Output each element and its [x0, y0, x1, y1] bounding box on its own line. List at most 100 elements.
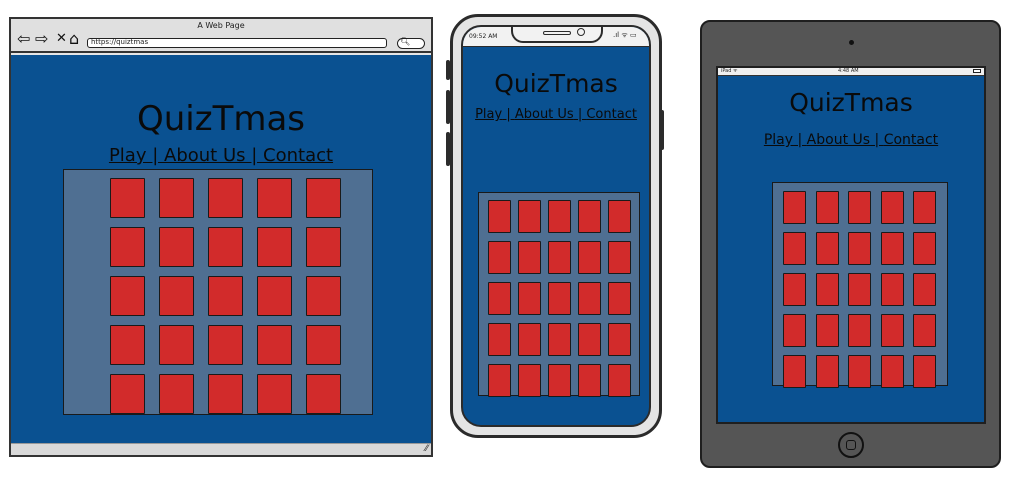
quiz-tile[interactable]: [578, 323, 601, 356]
nav-link-contact[interactable]: Contact: [586, 107, 637, 122]
quiz-tile[interactable]: [488, 282, 511, 315]
resize-handle-icon[interactable]: ⁄⁄: [425, 444, 428, 454]
quiz-tile[interactable]: [548, 282, 571, 315]
nav-separator: |: [245, 145, 264, 166]
nav-link-play[interactable]: Play: [764, 132, 793, 148]
nav-link-contact[interactable]: Contact: [263, 145, 333, 166]
quiz-tile[interactable]: [848, 191, 872, 224]
quiz-tile[interactable]: [848, 232, 872, 265]
quiz-tile[interactable]: [488, 364, 511, 397]
browser-search-field[interactable]: 🔍︎: [397, 37, 425, 49]
quiz-tile[interactable]: [913, 191, 937, 224]
nav-link-contact[interactable]: Contact: [884, 132, 938, 148]
quiz-tile[interactable]: [880, 191, 904, 224]
quiz-tile[interactable]: [815, 314, 839, 347]
quiz-tile[interactable]: [488, 323, 511, 356]
quiz-tile[interactable]: [257, 325, 292, 365]
nav-link-play[interactable]: Play: [475, 107, 502, 122]
nav-link-play[interactable]: Play: [109, 145, 147, 166]
quiz-tile[interactable]: [110, 276, 145, 316]
nav-link-about-us[interactable]: About Us: [807, 132, 870, 148]
quiz-tile[interactable]: [783, 232, 806, 265]
quiz-tile[interactable]: [848, 355, 872, 388]
quiz-tile[interactable]: [306, 374, 341, 414]
quiz-tile[interactable]: [880, 273, 904, 306]
quiz-tile[interactable]: [257, 178, 292, 218]
quiz-tile[interactable]: [608, 200, 631, 233]
quiz-tile[interactable]: [548, 200, 571, 233]
quiz-tile[interactable]: [159, 227, 194, 267]
site-nav: Play | About Us | Contact: [718, 132, 984, 148]
quiz-tile[interactable]: [518, 364, 541, 397]
quiz-tile[interactable]: [783, 191, 806, 224]
quiz-tile[interactable]: [578, 241, 601, 274]
close-icon[interactable]: ✕: [56, 31, 67, 47]
nav-link-about-us[interactable]: About Us: [164, 145, 246, 166]
quiz-tile[interactable]: [306, 227, 341, 267]
quiz-tile[interactable]: [848, 314, 872, 347]
quiz-tile[interactable]: [159, 276, 194, 316]
quiz-tile[interactable]: [306, 178, 341, 218]
quiz-tile[interactable]: [913, 273, 937, 306]
home-icon[interactable]: ⌂: [69, 31, 79, 47]
quiz-tile[interactable]: [783, 273, 806, 306]
quiz-tile[interactable]: [208, 374, 243, 414]
quiz-tile[interactable]: [815, 232, 839, 265]
quiz-board: [478, 192, 640, 397]
quiz-tile[interactable]: [518, 323, 541, 356]
quiz-tile[interactable]: [257, 227, 292, 267]
quiz-tile[interactable]: [110, 374, 145, 414]
quiz-tile[interactable]: [815, 273, 839, 306]
quiz-tile[interactable]: [608, 323, 631, 356]
back-arrow-icon[interactable]: ⇦: [17, 31, 30, 47]
quiz-tile[interactable]: [257, 276, 292, 316]
quiz-tile[interactable]: [208, 325, 243, 365]
quiz-tile[interactable]: [208, 276, 243, 316]
tablet-time: 4:48 AM: [838, 68, 859, 74]
quiz-tile[interactable]: [848, 273, 872, 306]
quiz-tile[interactable]: [159, 178, 194, 218]
quiz-tile[interactable]: [159, 325, 194, 365]
forward-arrow-icon[interactable]: ⇨: [35, 31, 48, 47]
quiz-tile[interactable]: [578, 200, 601, 233]
quiz-tile[interactable]: [608, 282, 631, 315]
quiz-tile[interactable]: [548, 323, 571, 356]
home-button[interactable]: [838, 432, 864, 458]
quiz-tile[interactable]: [913, 314, 937, 347]
quiz-tile[interactable]: [880, 355, 904, 388]
quiz-tile[interactable]: [208, 178, 243, 218]
quiz-tile[interactable]: [518, 200, 541, 233]
quiz-tile[interactable]: [159, 374, 194, 414]
quiz-tile[interactable]: [518, 241, 541, 274]
desktop-viewport: QuizTmas Play | About Us | Contact: [11, 55, 431, 443]
quiz-tile[interactable]: [257, 374, 292, 414]
quiz-tile[interactable]: [578, 364, 601, 397]
quiz-tile[interactable]: [815, 355, 839, 388]
quiz-tile[interactable]: [608, 364, 631, 397]
quiz-tile[interactable]: [815, 191, 839, 224]
quiz-tile[interactable]: [880, 232, 904, 265]
address-bar-url: https://quiztmas: [91, 38, 149, 46]
quiz-tile[interactable]: [548, 241, 571, 274]
quiz-tile[interactable]: [110, 227, 145, 267]
camera-icon: [577, 28, 585, 36]
quiz-tile[interactable]: [110, 325, 145, 365]
site-title: QuizTmas: [136, 99, 306, 139]
quiz-tile[interactable]: [608, 241, 631, 274]
quiz-tile[interactable]: [783, 355, 806, 388]
quiz-tile[interactable]: [913, 355, 937, 388]
quiz-tile[interactable]: [913, 232, 937, 265]
quiz-tile[interactable]: [518, 282, 541, 315]
quiz-tile[interactable]: [880, 314, 904, 347]
quiz-tile[interactable]: [783, 314, 806, 347]
nav-link-about-us[interactable]: About Us: [515, 107, 574, 122]
quiz-tile[interactable]: [110, 178, 145, 218]
quiz-tile[interactable]: [208, 227, 243, 267]
quiz-tile[interactable]: [488, 241, 511, 274]
quiz-tile[interactable]: [548, 364, 571, 397]
quiz-tile[interactable]: [306, 276, 341, 316]
quiz-tile[interactable]: [306, 325, 341, 365]
quiz-tile[interactable]: [578, 282, 601, 315]
quiz-tile[interactable]: [488, 200, 511, 233]
address-bar[interactable]: https://quiztmas: [87, 38, 387, 48]
